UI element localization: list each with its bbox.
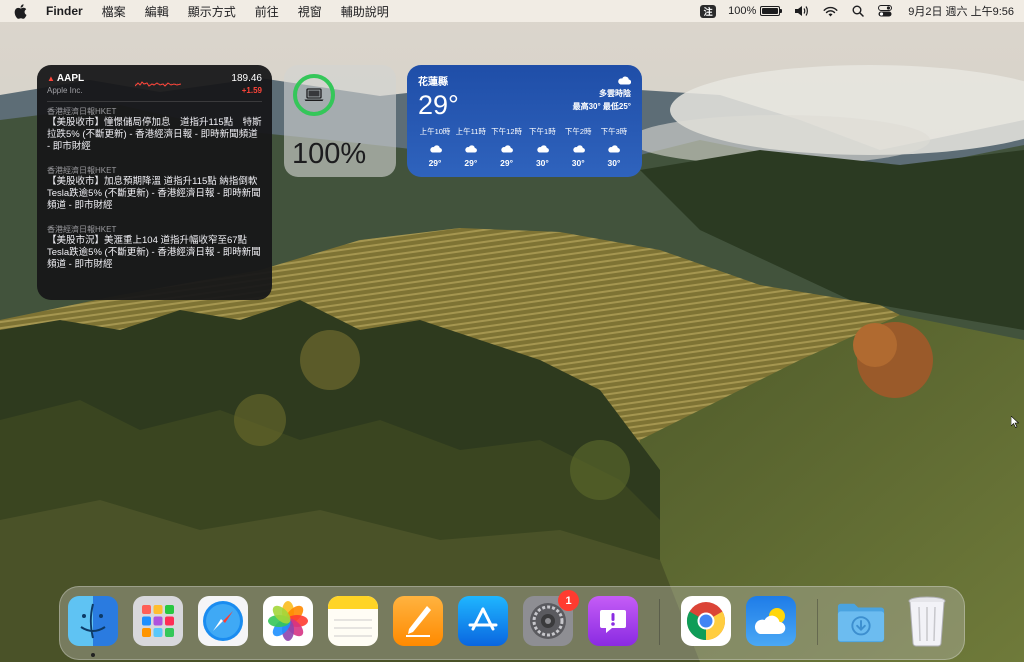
photos-icon[interactable]	[263, 596, 313, 646]
menu-bar: Finder 檔案 編輯 顯示方式 前往 視窗 輔助說明 注 100% 9月2日…	[0, 0, 1024, 22]
notification-badge: 1	[558, 590, 579, 611]
stock-price: 189.46	[231, 73, 262, 84]
feedback-icon[interactable]	[588, 596, 638, 646]
hourly-item: 下午12時 29°	[490, 126, 524, 168]
news-item[interactable]: 香港經濟日報HKET 【美股收市】憧憬儲局停加息 道指升115點 特斯拉跌5% …	[47, 106, 262, 153]
downloads-folder-icon[interactable]	[836, 596, 886, 646]
spotlight-search-icon[interactable]	[852, 5, 864, 17]
finder-icon[interactable]	[68, 596, 118, 646]
news-headline: 【美股市況】美滙重上104 道指升幅收窄至67點 Tesla跌逾5% (不斷更新…	[47, 235, 261, 270]
stock-company-name: Apple Inc.	[47, 86, 83, 95]
cloud-icon	[561, 140, 595, 156]
app-store-icon[interactable]	[458, 596, 508, 646]
apple-menu-icon[interactable]	[14, 3, 28, 19]
news-source: 香港經濟日報HKET	[47, 107, 117, 116]
cloud-icon	[597, 140, 631, 156]
battery-icon[interactable]	[760, 6, 783, 16]
cloud-icon	[618, 76, 631, 85]
stock-symbol: AAPL	[56, 73, 85, 84]
pages-icon[interactable]	[393, 596, 443, 646]
safari-icon[interactable]	[198, 596, 248, 646]
news-item[interactable]: 香港經濟日報HKET 【美股市況】美滙重上104 道指升幅收窄至67點 Tesl…	[47, 224, 262, 271]
dock-separator	[817, 599, 818, 645]
cloud-icon	[418, 140, 452, 156]
wifi-icon[interactable]	[823, 6, 838, 17]
cloud-icon	[525, 140, 559, 156]
dock: 1	[59, 586, 965, 660]
system-settings-icon[interactable]: 1	[523, 590, 579, 646]
menu-edit[interactable]: 編輯	[145, 3, 169, 20]
hourly-item: 下午1時 30°	[525, 126, 559, 168]
hourly-item: 下午3時 30°	[597, 126, 631, 168]
hourly-temp: 30°	[535, 158, 549, 168]
battery-ring	[293, 74, 335, 116]
menu-help[interactable]: 輔助說明	[341, 3, 389, 20]
news-source: 香港經濟日報HKET	[47, 166, 117, 175]
cloud-icon	[454, 140, 488, 156]
battery-widget-percent: 100%	[292, 138, 367, 170]
stocks-news-widget[interactable]: ▲ AAPL Apple Inc. 189.46 +1.59 香港經濟日報HKET…	[37, 65, 272, 300]
chrome-icon[interactable]	[681, 596, 731, 646]
menu-view[interactable]: 顯示方式	[188, 3, 236, 20]
news-headline: 【美股收市】加息預期降溫 道指升115點 納指倒軟 Tesla跌逾5% (不斷更…	[47, 176, 261, 211]
hourly-time: 下午3時	[600, 127, 628, 136]
news-source: 香港經濟日報HKET	[47, 225, 117, 234]
running-indicator	[91, 653, 95, 657]
hourly-temp: 29°	[500, 158, 514, 168]
weather-temperature: 29°	[418, 90, 459, 120]
menu-window[interactable]: 視窗	[298, 3, 322, 20]
notes-icon[interactable]	[328, 596, 378, 646]
hourly-item: 下午2時 30°	[561, 126, 595, 168]
hourly-temp: 29°	[428, 158, 442, 168]
battery-widget[interactable]: 100%	[284, 65, 396, 177]
menu-file[interactable]: 檔案	[102, 3, 126, 20]
menu-app-name[interactable]: Finder	[46, 4, 83, 18]
dock-separator	[659, 599, 660, 645]
cloud-icon	[490, 140, 524, 156]
hourly-item: 上午10時 29°	[418, 126, 452, 168]
news-item[interactable]: 香港經濟日報HKET 【美股收市】加息預期降溫 道指升115點 納指倒軟 Tes…	[47, 165, 262, 212]
weather-location: 花蓮縣	[418, 77, 448, 88]
weather-hourly-forecast: 上午10時 29° 上午11時 29° 下午12時 29° 下午1時 30° 下午2時 30° 下午…	[418, 126, 631, 168]
battery-percent[interactable]: 100%	[728, 5, 756, 17]
hourly-temp: 30°	[571, 158, 585, 168]
stock-change: +1.59	[241, 86, 262, 95]
launchpad-icon[interactable]	[133, 596, 183, 646]
laptop-icon	[304, 88, 324, 101]
hourly-temp: 30°	[607, 158, 621, 168]
stock-sparkline-icon	[134, 81, 181, 87]
weather-condition: 多雲時陰	[599, 89, 631, 98]
weather-widget[interactable]: 花蓮縣 29° 多雲時陰 最高30° 最低25° 上午10時 29° 上午11時 29…	[407, 65, 642, 177]
menu-go[interactable]: 前往	[255, 3, 279, 20]
stock-row[interactable]: ▲ AAPL Apple Inc. 189.46 +1.59	[47, 73, 262, 95]
weather-icon[interactable]	[746, 596, 796, 646]
mouse-cursor-icon	[1011, 416, 1019, 428]
hourly-item: 上午11時 29°	[454, 126, 488, 168]
volume-icon[interactable]	[794, 5, 809, 17]
menu-clock[interactable]: 9月2日 週六 上午9:56	[908, 3, 1014, 19]
weather-high-low: 最高30° 最低25°	[572, 102, 631, 111]
divider	[47, 101, 262, 102]
hourly-temp: 29°	[464, 158, 478, 168]
trash-icon[interactable]	[902, 596, 952, 647]
control-center-icon[interactable]	[878, 5, 893, 17]
input-method-icon[interactable]: 注	[700, 4, 717, 18]
stock-up-triangle-icon: ▲	[47, 74, 55, 83]
news-headline: 【美股收市】憧憬儲局停加息 道指升115點 特斯拉跌5% (不斷更新) - 香港…	[47, 117, 262, 152]
